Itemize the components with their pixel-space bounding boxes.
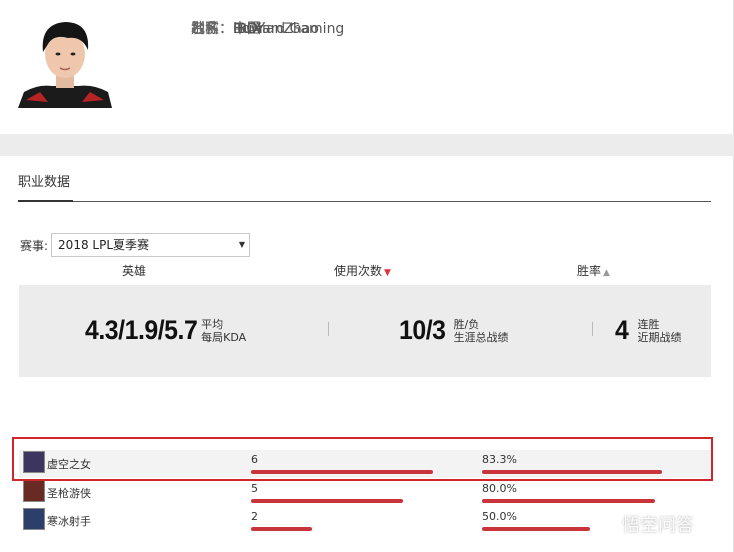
hero-portrait-icon bbox=[23, 508, 45, 530]
table-row[interactable]: 圣枪游侠 5 80.0% bbox=[19, 479, 711, 507]
career-tabs: 职业数据 bbox=[18, 174, 711, 202]
streak-desc: 连胜 近期战绩 bbox=[638, 318, 682, 344]
team-label: 战队： bbox=[191, 21, 233, 37]
watermark: 悟空问答 bbox=[595, 511, 694, 537]
highlight-annotation bbox=[12, 437, 713, 481]
use-count-bar bbox=[251, 499, 403, 503]
stat-winloss: 10/3 胜/负 生涯总战绩 bbox=[399, 315, 509, 346]
player-avatar bbox=[18, 14, 112, 108]
winloss-desc: 胜/负 生涯总战绩 bbox=[454, 318, 509, 344]
kda-line1: 平均 bbox=[201, 317, 224, 331]
sort-icon[interactable]: ▲ bbox=[603, 268, 610, 278]
stat-kda: 4.3/1.9/5.7 平均 每局KDA bbox=[85, 315, 246, 346]
col-winrate[interactable]: 胜率 ▲ bbox=[577, 262, 610, 279]
season-label: 赛事: bbox=[20, 238, 49, 253]
tab-career-data[interactable]: 职业数据 bbox=[18, 174, 74, 202]
stat-divider bbox=[328, 322, 329, 336]
hero-use-count: 2 bbox=[251, 510, 258, 523]
kda-desc: 平均 每局KDA bbox=[201, 318, 246, 344]
season-filter: 赛事: 2018 LPL夏季赛 ▼ bbox=[20, 233, 251, 257]
use-count-bar bbox=[251, 527, 312, 531]
player-profile-card: 名称：iBOY 别名：HuXianZhao 地区：中国 战队：Edward Ga… bbox=[0, 0, 734, 134]
col-count[interactable]: 使用次数 ▼ bbox=[334, 262, 391, 279]
hero-name: 圣枪游侠 bbox=[47, 487, 91, 500]
stat-divider bbox=[592, 322, 593, 336]
chevron-down-icon: ▼ bbox=[238, 240, 246, 249]
streak-value: 4 bbox=[615, 315, 629, 345]
watermark-text: 悟空问答 bbox=[622, 515, 694, 536]
summary-stats: 4.3/1.9/5.7 平均 每局KDA 10/3 胜/负 生涯总战绩 4 连胜… bbox=[19, 285, 711, 377]
streak-line1: 连胜 bbox=[637, 317, 660, 331]
player-team-row: 战队：Edward Gaming bbox=[191, 18, 734, 46]
hero-table-header: 英雄 使用次数 ▼ 胜率 ▲ bbox=[19, 262, 711, 280]
winloss-value: 10/3 bbox=[399, 315, 446, 345]
streak-line2: 近期战绩 bbox=[637, 330, 682, 344]
stat-streak: 4 连胜 近期战绩 bbox=[615, 315, 682, 346]
hero-use-count: 5 bbox=[251, 482, 258, 495]
winloss-line2: 生涯总战绩 bbox=[453, 330, 509, 344]
winloss-line1: 胜/负 bbox=[453, 317, 480, 331]
player-team: Edward Gaming bbox=[233, 21, 345, 37]
season-select[interactable]: 2018 LPL夏季赛 ▼ bbox=[51, 233, 251, 257]
winrate-bar bbox=[482, 527, 590, 531]
hero-winrate: 50.0% bbox=[482, 510, 517, 523]
season-selected-value: 2018 LPL夏季赛 bbox=[58, 238, 150, 252]
sort-desc-icon[interactable]: ▼ bbox=[384, 268, 391, 278]
col-winrate-label: 胜率 bbox=[577, 264, 602, 278]
watermark-logo-icon bbox=[596, 513, 618, 535]
col-hero: 英雄 bbox=[122, 264, 147, 278]
col-count-label: 使用次数 bbox=[334, 264, 383, 278]
kda-value: 4.3/1.9/5.7 bbox=[85, 315, 198, 345]
hero-winrate: 80.0% bbox=[482, 482, 517, 495]
winrate-bar bbox=[482, 499, 655, 503]
hero-name: 寒冰射手 bbox=[47, 515, 91, 528]
hero-portrait-icon bbox=[23, 480, 45, 502]
kda-line2: 每局KDA bbox=[201, 330, 247, 344]
